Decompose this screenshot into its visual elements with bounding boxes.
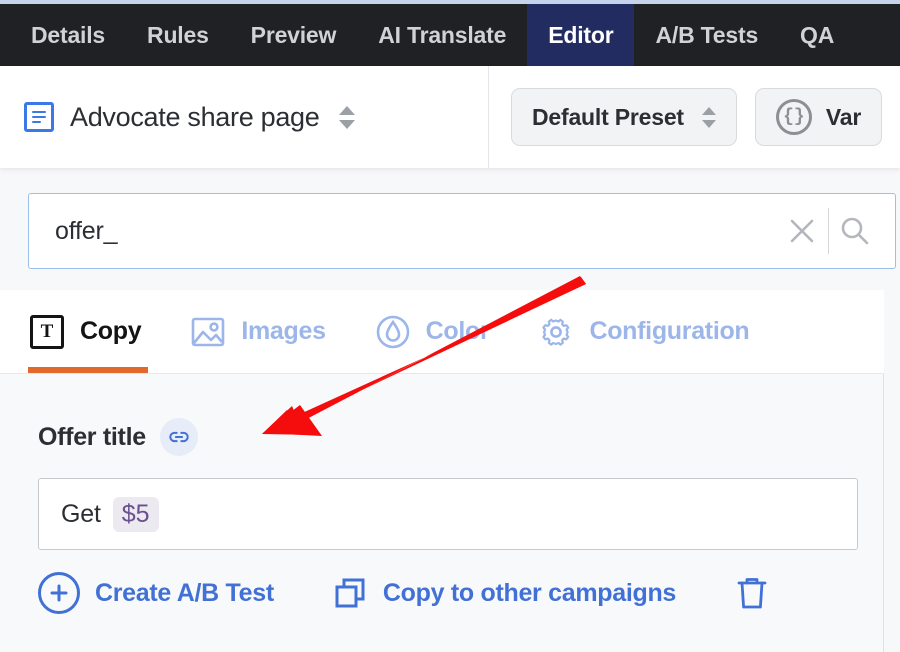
create-ab-test-button[interactable]: Create A/B Test bbox=[38, 572, 274, 614]
clear-search-button[interactable] bbox=[776, 194, 828, 268]
nav-tab-label: QA bbox=[800, 21, 835, 48]
field-actions: Create A/B Test Copy to other campaigns bbox=[38, 572, 883, 614]
chevron-down-icon bbox=[701, 119, 716, 128]
variables-label: Var bbox=[825, 103, 862, 130]
top-navigation-bar: Details Rules Preview AI Translate Edito… bbox=[0, 4, 900, 66]
gear-icon bbox=[537, 313, 575, 351]
preset-selector[interactable]: Default Preset bbox=[511, 88, 737, 146]
page-selector[interactable]: Advocate share page bbox=[0, 66, 489, 168]
action-label: Copy to other campaigns bbox=[382, 578, 677, 607]
nav-tab-preview[interactable]: Preview bbox=[230, 4, 358, 66]
tab-label: Images bbox=[241, 317, 326, 345]
search-button[interactable] bbox=[829, 194, 881, 268]
nav-tab-label: Details bbox=[31, 21, 106, 48]
editor-header-bar: Advocate share page Default Preset {} Va… bbox=[0, 66, 900, 168]
chevron-up-icon bbox=[339, 105, 356, 115]
nav-tab-label: Preview bbox=[250, 21, 337, 48]
offer-title-input[interactable]: Get $5 bbox=[38, 478, 858, 550]
nav-tab-rules[interactable]: Rules bbox=[126, 4, 230, 66]
copy-to-other-campaigns-button[interactable]: Copy to other campaigns bbox=[332, 575, 676, 611]
preset-label: Default Preset bbox=[532, 103, 684, 130]
nav-tab-ai-translate[interactable]: AI Translate bbox=[357, 4, 527, 66]
action-label: Create A/B Test bbox=[95, 578, 274, 607]
tab-images[interactable]: Images bbox=[189, 290, 326, 373]
variables-button[interactable]: {} Var bbox=[754, 88, 883, 146]
document-icon bbox=[24, 102, 54, 132]
chevron-up-icon bbox=[701, 106, 716, 115]
nav-tab-label: A/B Tests bbox=[655, 21, 759, 48]
app-root: Details Rules Preview AI Translate Edito… bbox=[0, 0, 900, 652]
nav-tab-qa[interactable]: QA bbox=[779, 4, 855, 66]
nav-tab-label: Editor bbox=[548, 21, 614, 48]
tab-label: Copy bbox=[80, 317, 142, 345]
close-icon bbox=[790, 219, 814, 243]
preset-stepper-icon[interactable] bbox=[701, 106, 716, 128]
nav-tab-ab-tests[interactable]: A/B Tests bbox=[634, 4, 779, 66]
copy-icon bbox=[332, 575, 368, 611]
header-right-controls: Default Preset {} Var bbox=[489, 66, 900, 168]
droplet-circle-icon bbox=[374, 313, 412, 351]
editor-section-tabs: T Copy Images Color Configuration bbox=[0, 290, 884, 374]
value-prefix: Get bbox=[61, 499, 101, 528]
image-icon bbox=[189, 313, 227, 351]
page-title: Advocate share page bbox=[70, 101, 320, 132]
text-box-icon: T bbox=[28, 313, 66, 351]
tab-color[interactable]: Color bbox=[374, 290, 490, 373]
field-label: Offer title bbox=[38, 422, 146, 451]
field-header: Offer title bbox=[0, 374, 883, 456]
link-icon[interactable] bbox=[159, 418, 198, 456]
plus-circle-icon bbox=[38, 572, 80, 614]
page-stepper-icon[interactable] bbox=[339, 105, 356, 129]
nav-tab-editor[interactable]: Editor bbox=[527, 4, 635, 66]
delete-button[interactable] bbox=[734, 574, 770, 612]
nav-tab-label: AI Translate bbox=[378, 21, 507, 48]
variable-token[interactable]: $5 bbox=[112, 496, 159, 532]
search-bar bbox=[28, 193, 896, 269]
tab-copy[interactable]: T Copy bbox=[28, 290, 149, 373]
magnifier-icon bbox=[841, 217, 869, 245]
search-input[interactable] bbox=[29, 194, 776, 268]
tab-label: Color bbox=[425, 317, 490, 345]
tab-configuration[interactable]: Configuration bbox=[537, 290, 750, 373]
nav-tab-details[interactable]: Details bbox=[10, 4, 126, 66]
copy-editor-panel: Offer title Get $5 Create A/B Test Copy … bbox=[0, 374, 884, 652]
tab-label: Configuration bbox=[589, 317, 750, 345]
search-actions bbox=[776, 194, 895, 268]
nav-tab-label: Rules bbox=[147, 21, 209, 48]
curly-braces-circle-icon: {} bbox=[775, 99, 812, 135]
trash-icon bbox=[737, 578, 767, 609]
chevron-down-icon bbox=[339, 119, 356, 129]
